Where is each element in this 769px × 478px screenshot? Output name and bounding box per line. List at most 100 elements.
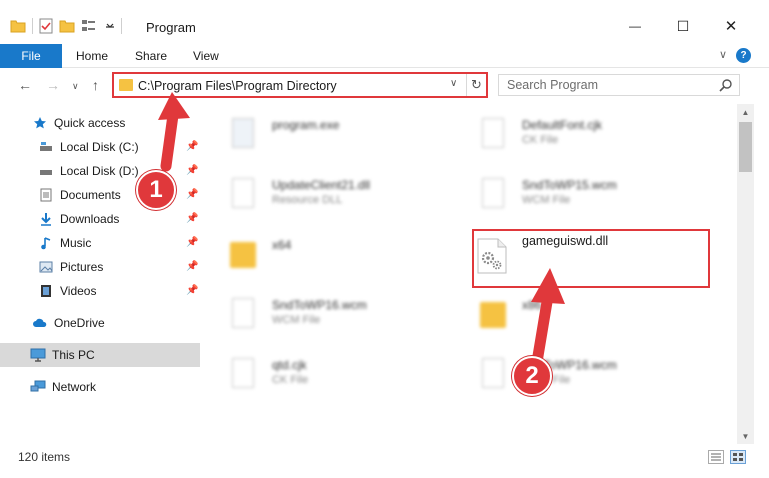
large-icons-view-icon[interactable] — [730, 450, 746, 464]
navigation-pane: Quick access Local Disk (C:) 📌 Local Dis… — [0, 104, 200, 444]
ribbon: File Home Share View ∨ ? — [0, 44, 769, 68]
list-item[interactable]: x86 — [450, 292, 690, 340]
documents-icon — [38, 187, 54, 203]
sidebar-item-label: Local Disk (C:) — [60, 140, 139, 154]
pin-icon[interactable]: 📌 — [186, 285, 198, 296]
download-icon — [38, 211, 54, 227]
recent-locations-chevron-icon[interactable]: ∨ — [72, 81, 79, 92]
pin-icon[interactable]: 📌 — [186, 189, 198, 200]
drive-icon — [38, 163, 54, 179]
address-dropdown-chevron-icon[interactable]: ∨ — [450, 78, 457, 89]
file-icon — [228, 358, 258, 394]
sidebar-item-label: Network — [52, 380, 97, 394]
tab-home[interactable]: Home — [76, 49, 108, 63]
sidebar-item-network[interactable]: Network — [0, 375, 200, 399]
address-path[interactable]: C:\Program Files\Program Directory — [138, 79, 337, 93]
search-icon[interactable] — [719, 78, 733, 92]
pin-icon[interactable]: 📌 — [186, 213, 198, 224]
minimize-button[interactable]: — — [620, 14, 650, 38]
sidebar-item-label: Local Disk (D:) — [60, 164, 139, 178]
tab-view[interactable]: View — [193, 49, 219, 63]
list-item[interactable]: qtd.cjk CK File — [200, 352, 440, 400]
exe-file-icon — [228, 118, 258, 154]
forward-arrow-icon[interactable]: → — [46, 77, 60, 93]
address-bar[interactable]: C:\Program Files\Program Directory ∨ ↻ — [112, 72, 488, 98]
dll-file-icon — [228, 178, 258, 214]
item-count: 120 items — [18, 450, 71, 464]
list-item[interactable]: SndToWP16.wcm WCM File — [200, 292, 440, 340]
star-icon — [32, 115, 48, 131]
pin-icon[interactable]: 📌 — [186, 237, 198, 248]
details-view-icon[interactable] — [708, 450, 724, 464]
drive-icon — [38, 139, 54, 155]
folder-icon[interactable] — [10, 19, 26, 33]
sidebar-item-videos[interactable]: Videos 📌 — [0, 279, 200, 303]
sidebar-item-label: Videos — [60, 284, 97, 298]
tab-file[interactable]: File — [0, 44, 62, 68]
list-item[interactable]: SndToWP15.wcm WCM File — [450, 172, 690, 220]
customize-toolbar-chevron-icon[interactable] — [105, 21, 115, 31]
status-bar: 120 items — [0, 444, 769, 478]
expand-ribbon-chevron-icon[interactable]: ∨ — [719, 48, 727, 61]
file-icon — [228, 298, 258, 334]
file-icon — [478, 118, 508, 154]
file-icon — [478, 178, 508, 214]
step-1-badge: 1 — [136, 170, 176, 210]
title-bar: Program — ☐ ✕ — [0, 0, 769, 44]
view-options-icon[interactable] — [81, 19, 99, 33]
music-icon — [38, 235, 54, 251]
maximize-button[interactable]: ☐ — [668, 14, 698, 38]
close-button[interactable]: ✕ — [716, 14, 746, 38]
pictures-icon — [38, 259, 54, 275]
sidebar-item-label: Downloads — [60, 212, 120, 226]
sidebar-item-label: Documents — [60, 188, 121, 202]
sidebar-item-label: Music — [60, 236, 92, 250]
list-item[interactable]: SndToWP16.wcm WCM File — [450, 352, 690, 400]
dll-file-name[interactable]: gameguiswd.dll — [522, 234, 608, 248]
refresh-icon[interactable]: ↻ — [466, 74, 486, 96]
back-arrow-icon[interactable]: ← — [18, 77, 32, 93]
new-folder-icon[interactable] — [59, 19, 75, 33]
tab-share[interactable]: Share — [135, 49, 167, 63]
sidebar-item-downloads[interactable]: Downloads 📌 — [0, 207, 200, 231]
pin-icon[interactable]: 📌 — [186, 261, 198, 272]
help-button[interactable]: ? — [736, 48, 751, 63]
sidebar-item-music[interactable]: Music 📌 — [0, 231, 200, 255]
list-item[interactable]: DefaultFont.cjk CK File — [450, 112, 690, 160]
scroll-thumb[interactable] — [739, 122, 752, 172]
network-icon — [30, 379, 46, 395]
sidebar-item-local-disk-c[interactable]: Local Disk (C:) 📌 — [0, 135, 200, 159]
scroll-down-arrow-icon[interactable]: ▼ — [737, 428, 754, 444]
pin-icon[interactable]: 📌 — [186, 141, 198, 152]
navigation-bar: ← → ∨ ↑ C:\Program Files\Program Directo… — [0, 68, 769, 104]
vertical-scrollbar[interactable]: ▲ ▼ — [737, 104, 754, 444]
up-arrow-icon[interactable]: ↑ — [92, 77, 99, 93]
sidebar-item-label: Quick access — [54, 116, 126, 130]
window-title: Program — [146, 20, 196, 35]
toolbar-separator — [121, 18, 122, 34]
sidebar-item-this-pc[interactable]: This PC — [0, 343, 200, 367]
cloud-icon — [32, 315, 48, 331]
list-item[interactable]: x64 — [200, 232, 440, 280]
dll-file-icon[interactable] — [476, 238, 508, 277]
folder-icon — [478, 298, 508, 334]
folder-icon — [228, 238, 258, 274]
sidebar-item-label: Pictures — [60, 260, 104, 274]
folder-icon — [119, 79, 133, 91]
videos-icon — [38, 283, 54, 299]
scroll-up-arrow-icon[interactable]: ▲ — [737, 104, 754, 120]
sidebar-item-pictures[interactable]: Pictures 📌 — [0, 255, 200, 279]
list-item[interactable]: UpdateClient21.dll Resource DLL — [200, 172, 440, 220]
step-2-badge: 2 — [512, 356, 552, 396]
sidebar-item-onedrive[interactable]: OneDrive — [0, 311, 200, 335]
search-box[interactable] — [498, 74, 740, 96]
toolbar-separator — [32, 18, 33, 34]
file-icon — [478, 358, 508, 394]
list-item[interactable]: program.exe — [200, 112, 440, 160]
sidebar-item-quick-access[interactable]: Quick access — [0, 111, 200, 135]
computer-icon — [30, 347, 46, 363]
properties-icon[interactable] — [39, 18, 53, 34]
sidebar-item-label: This PC — [52, 348, 95, 362]
search-input[interactable] — [507, 78, 707, 92]
pin-icon[interactable]: 📌 — [186, 165, 198, 176]
